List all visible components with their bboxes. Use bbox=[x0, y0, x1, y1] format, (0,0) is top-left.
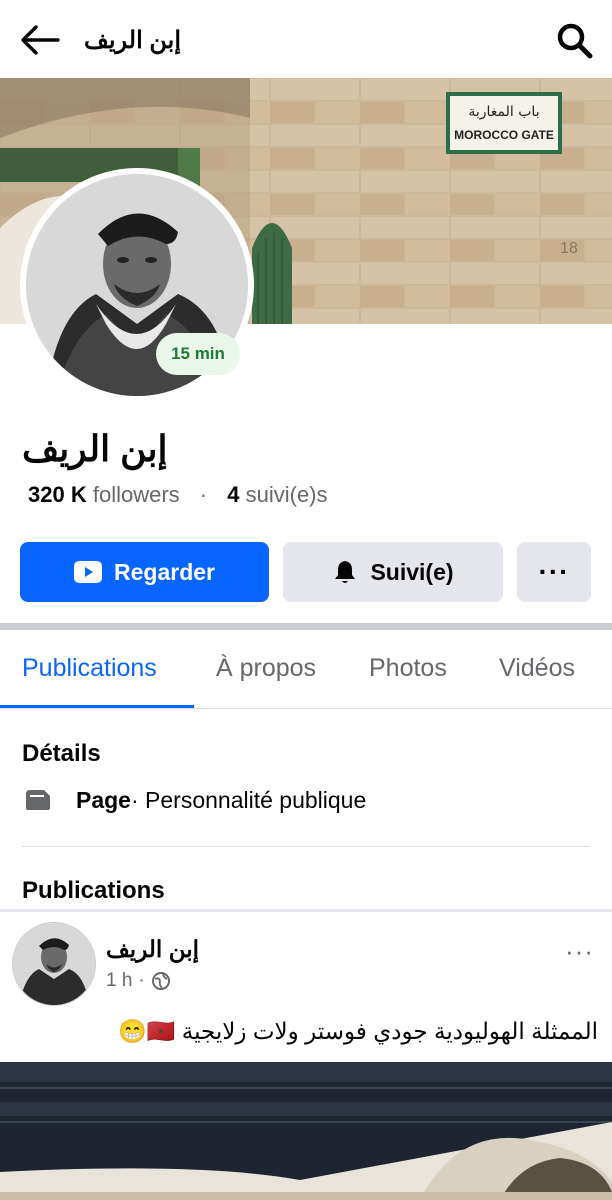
publications-heading: Publications bbox=[22, 877, 165, 904]
section-separator bbox=[0, 623, 612, 630]
page-type-category: · Personnalité publique bbox=[130, 786, 367, 813]
active-tab-indicator bbox=[0, 705, 194, 708]
back-arrow-icon[interactable] bbox=[18, 22, 62, 58]
post-author-name[interactable]: إبن الريف bbox=[106, 936, 199, 963]
post-meta-separator: · bbox=[138, 970, 145, 991]
followers-label[interactable]: followers bbox=[93, 482, 180, 507]
profile-tabs: Publications À propos Photos Vidéos bbox=[0, 630, 612, 709]
globe-icon bbox=[151, 972, 170, 990]
post-meta: 1 h · bbox=[106, 970, 171, 992]
post-text: الممثلة الهوليودية جودي فوستر ولات زلايج… bbox=[118, 1018, 598, 1044]
page-type-bold: Page bbox=[76, 786, 131, 813]
post-image[interactable] bbox=[0, 1062, 612, 1200]
publications-separator bbox=[0, 909, 612, 912]
following-count[interactable]: 4 bbox=[227, 482, 239, 507]
gate-sign-english: MOROCCO GATE bbox=[454, 128, 554, 142]
details-divider bbox=[22, 846, 590, 847]
follow-button[interactable]: Suivi(e) bbox=[283, 542, 503, 602]
wall-mark: 18 bbox=[560, 240, 578, 257]
top-bar: إبن الريف bbox=[0, 0, 612, 78]
status-badge: 15 min bbox=[156, 333, 240, 375]
gate-sign-arabic: باب المغاربة bbox=[468, 104, 539, 120]
following-label[interactable]: suivi(e)s bbox=[246, 482, 328, 507]
bell-icon bbox=[335, 561, 356, 583]
tab-publications[interactable]: Publications bbox=[22, 654, 157, 683]
search-icon[interactable] bbox=[556, 22, 594, 60]
more-options-button[interactable]: ··· bbox=[517, 542, 591, 602]
watch-button[interactable]: Regarder bbox=[20, 542, 269, 602]
tab-videos[interactable]: Vidéos bbox=[499, 654, 575, 683]
post-more-options[interactable]: ··· bbox=[565, 936, 594, 967]
post-time[interactable]: 1 h bbox=[106, 970, 132, 992]
profile-stats: 320 K followers · 4 suivi(e)s bbox=[28, 482, 328, 508]
play-icon bbox=[74, 561, 102, 583]
follow-button-label: Suivi(e) bbox=[370, 558, 454, 585]
page-title: إبن الريف bbox=[84, 27, 182, 54]
page-type-row: Page · Personnalité publique bbox=[24, 784, 366, 816]
post-author-avatar[interactable] bbox=[12, 922, 96, 1006]
followers-count[interactable]: 320 K bbox=[28, 482, 87, 507]
tab-photos[interactable]: Photos bbox=[369, 654, 447, 683]
page-flag-icon bbox=[26, 790, 50, 810]
watch-button-label: Regarder bbox=[114, 558, 215, 585]
details-heading: Détails bbox=[22, 740, 101, 767]
profile-name: إبن الريف bbox=[22, 428, 168, 469]
stats-separator: · bbox=[199, 482, 208, 507]
tab-about[interactable]: À propos bbox=[216, 654, 316, 683]
